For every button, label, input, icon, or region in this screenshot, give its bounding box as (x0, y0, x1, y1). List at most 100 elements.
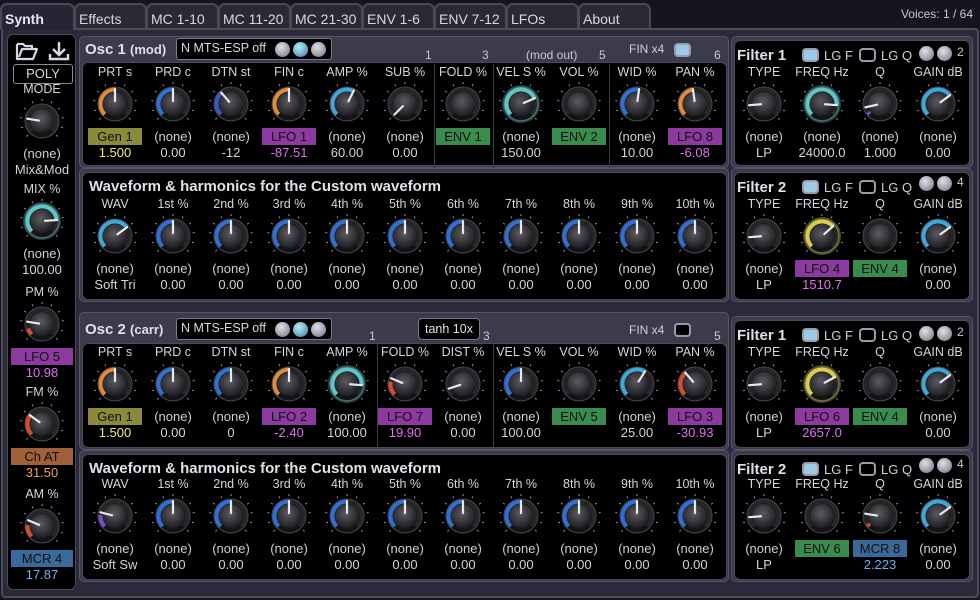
knob-dial[interactable] (556, 493, 602, 539)
osc1-knob-prt-s[interactable]: PRT s Gen 1 1.500 (86, 65, 144, 175)
knob-dial[interactable] (19, 198, 65, 244)
knob-dial[interactable] (382, 81, 428, 127)
knob-dial[interactable] (324, 361, 370, 407)
osc1-knob-button-1[interactable] (275, 42, 290, 57)
wave2-knob-7th[interactable]: 7th % (none) 0.00 (492, 477, 550, 587)
knob-dial[interactable] (741, 493, 787, 539)
tab-mc-11-20[interactable]: MC 11-20 (218, 3, 291, 30)
tab-mc-1-10[interactable]: MC 1-10 (146, 3, 219, 30)
filter1-osc1-lgq-checkbox[interactable] (859, 48, 876, 62)
modulation-source[interactable]: (none) (146, 260, 200, 277)
knob-dial[interactable] (150, 81, 196, 127)
osc2-knob-fold[interactable]: FOLD % LFO 7 19.90 (376, 345, 434, 455)
osc1-tuning-display[interactable]: N MTS-ESP off (176, 38, 332, 60)
wave1-knob-5th[interactable]: 5th % (none) 0.00 (376, 197, 434, 307)
modulation-source[interactable]: LFO 3 (668, 408, 722, 425)
osc1-knob-prd-c[interactable]: PRD c (none) 0.00 (144, 65, 202, 175)
modulation-source[interactable]: (none) (88, 540, 142, 557)
osc2-knob-button-1[interactable] (275, 322, 290, 337)
modulation-source[interactable]: Gen 1 (88, 128, 142, 145)
filter2-osc1-lgf-checkbox[interactable] (802, 180, 819, 194)
osc1-knob-sub[interactable]: SUB % (none) 0.00 (376, 65, 434, 175)
knob-dial[interactable] (208, 361, 254, 407)
filter1-osc1-button-1[interactable] (919, 46, 934, 61)
modulation-source[interactable]: (none) (737, 260, 791, 277)
filter1a-knob-freq-hz[interactable]: FREQ Hz (none) 24000.0 (793, 65, 851, 175)
filter2-osc2-button-2[interactable] (937, 458, 952, 473)
knob-dial[interactable] (614, 81, 660, 127)
knob-dial[interactable] (857, 81, 903, 127)
modulation-source[interactable]: (none) (262, 260, 316, 277)
osc2-distortion-selector[interactable]: tanh 10x (418, 318, 480, 340)
wave1-knob-9th[interactable]: 9th % (none) 0.00 (608, 197, 666, 307)
tab-about[interactable]: About (578, 3, 651, 30)
modulation-source[interactable]: (none) (436, 408, 490, 425)
knob-dial[interactable] (440, 213, 486, 259)
osc2-knob-wid[interactable]: WID % (none) 25.00 (608, 345, 666, 455)
modulation-source[interactable]: (none) (494, 128, 548, 145)
knob-dial[interactable] (498, 361, 544, 407)
wave2-knob-wav[interactable]: WAV (none) Soft Sw (86, 477, 144, 587)
filter1b-knob-gain-db[interactable]: GAIN dB (none) 0.00 (909, 345, 967, 455)
modulation-source[interactable]: ENV 5 (552, 408, 606, 425)
knob-dial[interactable] (208, 213, 254, 259)
modulation-source[interactable]: (none) (204, 260, 258, 277)
modulation-source[interactable]: (none) (494, 260, 548, 277)
knob-dial[interactable] (498, 213, 544, 259)
wave2-knob-2nd[interactable]: 2nd % (none) 0.00 (202, 477, 260, 587)
osc2-knob-fin-c[interactable]: FIN c LFO 2 -2.40 (260, 345, 318, 455)
wave2-knob-3rd[interactable]: 3rd % (none) 0.00 (260, 477, 318, 587)
knob-dial[interactable] (741, 213, 787, 259)
filter2-osc2-lgq-checkbox[interactable] (859, 462, 876, 476)
knob-dial[interactable] (799, 493, 845, 539)
modulation-source[interactable]: Ch AT (11, 448, 73, 465)
knob-dial[interactable] (741, 361, 787, 407)
knob-dial[interactable] (150, 361, 196, 407)
filter2b-knob-type[interactable]: TYPE (none) LP (735, 477, 793, 587)
filter2b-knob-freq-hz[interactable]: FREQ Hz ENV 6 (793, 477, 851, 587)
wave1-knob-10th[interactable]: 10th % (none) 0.00 (666, 197, 724, 307)
wave1-knob-3rd[interactable]: 3rd % (none) 0.00 (260, 197, 318, 307)
modulation-source[interactable]: (none) (320, 128, 374, 145)
knob-dial[interactable] (440, 493, 486, 539)
knob-dial[interactable] (799, 81, 845, 127)
modulation-source[interactable]: (none) (911, 260, 965, 277)
modulation-source[interactable]: (none) (668, 540, 722, 557)
knob-dial[interactable] (857, 361, 903, 407)
modulation-source[interactable]: (none) (911, 128, 965, 145)
modulation-source[interactable]: (none) (204, 540, 258, 557)
side-knob-pm[interactable]: PM % LFO 5 10.98 (11, 285, 73, 395)
modulation-source[interactable]: LFO 7 (378, 408, 432, 425)
modulation-source[interactable]: ENV 4 (853, 260, 907, 277)
filter2-osc1-lgq-checkbox[interactable] (859, 180, 876, 194)
side-knob-mode[interactable]: MODE (none) Mix&Mod (13, 82, 71, 192)
modulation-source[interactable]: (none) (378, 540, 432, 557)
osc2-fin-x4-checkbox[interactable] (674, 323, 691, 337)
knob-dial[interactable] (19, 301, 65, 347)
filter2-osc1-button-2[interactable] (937, 176, 952, 191)
filter1b-knob-q[interactable]: Q ENV 4 (851, 345, 909, 455)
poly-mode-button[interactable]: POLY (13, 64, 73, 84)
filter2a-knob-freq-hz[interactable]: FREQ Hz LFO 4 1510.7 (793, 197, 851, 307)
filter1-osc1-button-2[interactable] (937, 46, 952, 61)
filter1b-knob-freq-hz[interactable]: FREQ Hz LFO 6 2657.0 (793, 345, 851, 455)
filter2a-knob-gain-db[interactable]: GAIN dB (none) 0.00 (909, 197, 967, 307)
wave2-knob-5th[interactable]: 5th % (none) 0.00 (376, 477, 434, 587)
modulation-source[interactable]: (none) (320, 408, 374, 425)
knob-dial[interactable] (857, 213, 903, 259)
modulation-source[interactable]: (none) (204, 408, 258, 425)
modulation-source[interactable]: (none) (552, 260, 606, 277)
wave1-knob-wav[interactable]: WAV (none) Soft Tri (86, 197, 144, 307)
filter1-osc2-button-1[interactable] (919, 326, 934, 341)
filter1a-knob-type[interactable]: TYPE (none) LP (735, 65, 793, 175)
knob-dial[interactable] (498, 81, 544, 127)
osc2-knob-vel-s[interactable]: VEL S % (none) 100.00 (492, 345, 550, 455)
modulation-source[interactable]: LFO 6 (795, 408, 849, 425)
osc2-knob-prt-s[interactable]: PRT s Gen 1 1.500 (86, 345, 144, 455)
filter1b-knob-type[interactable]: TYPE (none) LP (735, 345, 793, 455)
modulation-source[interactable]: (none) (146, 540, 200, 557)
modulation-source[interactable]: LFO 4 (795, 260, 849, 277)
filter1-osc2-lgf-checkbox[interactable] (802, 328, 819, 342)
knob-dial[interactable] (915, 81, 961, 127)
modulation-source[interactable]: (none) (494, 408, 548, 425)
